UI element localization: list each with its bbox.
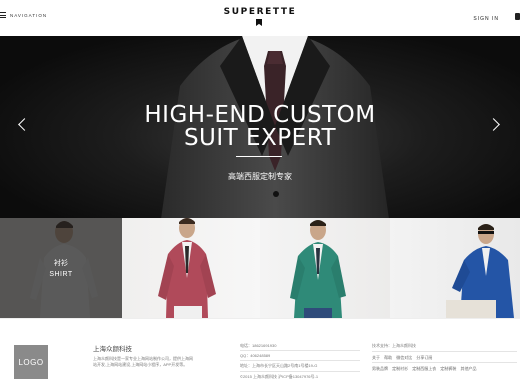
footer-logo[interactable]: LOGO xyxy=(14,345,48,379)
footer-link-custom-jacket[interactable]: 定制西服上衣 xyxy=(412,366,436,371)
footer-links: 技术支持：上海众颜科技 关于 帮助 微信对比 分享订阅 男装品牌 定制衬衫 定制… xyxy=(372,343,517,372)
divider xyxy=(240,370,360,372)
divider xyxy=(240,350,360,352)
tech-support: 技术支持：上海众颜科技 xyxy=(372,343,416,348)
red-blazer-model-image xyxy=(158,218,216,318)
contact-qq: QQ：406248589 xyxy=(240,353,271,359)
divider xyxy=(372,362,517,364)
footer-link-share[interactable]: 分享订阅 xyxy=(416,355,432,360)
tile-overlay xyxy=(0,218,122,318)
footer-links-row2: 男装品牌 定制衬衫 定制西服上衣 定制裤装 其他产品 xyxy=(372,365,517,372)
footer-link-help[interactable]: 帮助 xyxy=(384,355,392,360)
sign-in-link[interactable]: SIGN IN xyxy=(473,16,499,22)
footer-link-custom-trousers[interactable]: 定制裤装 xyxy=(440,366,456,371)
brand-logo[interactable]: SUPERETTE xyxy=(0,7,520,17)
footer-link-other[interactable]: 其他产品 xyxy=(461,366,477,371)
footer-link-custom-shirt[interactable]: 定制衬衫 xyxy=(392,366,408,371)
site-header: NAVIGATION SUPERETTE SIGN IN xyxy=(0,0,520,36)
footer-link-about[interactable]: 关于 xyxy=(372,355,380,360)
footer-link-wechat[interactable]: 微信对比 xyxy=(396,355,412,360)
shopping-bag-icon[interactable] xyxy=(515,13,520,20)
category-tiles: 衬衫 SHIRT xyxy=(0,218,520,318)
copyright: ©2015 上海众颜科技 沪ICP备13047976号-1 xyxy=(240,373,319,379)
company-description: 上海众颜科技是一家专业上海网站制作公司，提供上海网站开发,上海网站建设,上海网站… xyxy=(93,356,193,367)
category-name-cn: 衬衫 xyxy=(54,260,68,267)
footer-links-row1: 关于 帮助 微信对比 分享订阅 xyxy=(372,354,517,361)
hero-title-line2: SUIT EXPERT xyxy=(183,125,337,151)
category-tile-red-blazer[interactable] xyxy=(122,218,260,318)
company-name: 上海众颜科技 xyxy=(93,346,132,353)
divider xyxy=(372,350,517,352)
footer-link-menswear[interactable]: 男装品牌 xyxy=(372,366,388,371)
bookmark-icon xyxy=(256,19,262,26)
hero-subtitle: 高端西服定制专家 xyxy=(228,172,292,181)
contact-address: 地址：上海市长宁区天山路2号南1号楼19-G xyxy=(240,363,318,369)
contact-phone: 电话：18621691930 xyxy=(240,343,277,348)
contact-info: 电话：18621691930 QQ：406248589 地址：上海市长宁区天山路… xyxy=(240,343,360,379)
category-tile-blue-blazer[interactable] xyxy=(390,218,520,318)
category-tile-green-blazer[interactable] xyxy=(260,218,390,318)
green-blazer-model-image xyxy=(290,220,346,318)
blue-blazer-model-image xyxy=(446,224,514,318)
hero-divider xyxy=(236,156,282,157)
category-name-en: SHIRT xyxy=(49,271,73,278)
hero-banner: HIGH-END CUSTOM SUIT EXPERT 高端西服定制专家 xyxy=(0,36,520,218)
hero-title-line1: HIGH-END CUSTOM xyxy=(144,102,376,128)
divider xyxy=(240,360,360,362)
site-footer: LOGO 上海众颜科技 上海众颜科技是一家专业上海网站制作公司，提供上海网站开发… xyxy=(0,318,520,391)
category-tile-shirt[interactable]: 衬衫 SHIRT xyxy=(0,218,122,318)
